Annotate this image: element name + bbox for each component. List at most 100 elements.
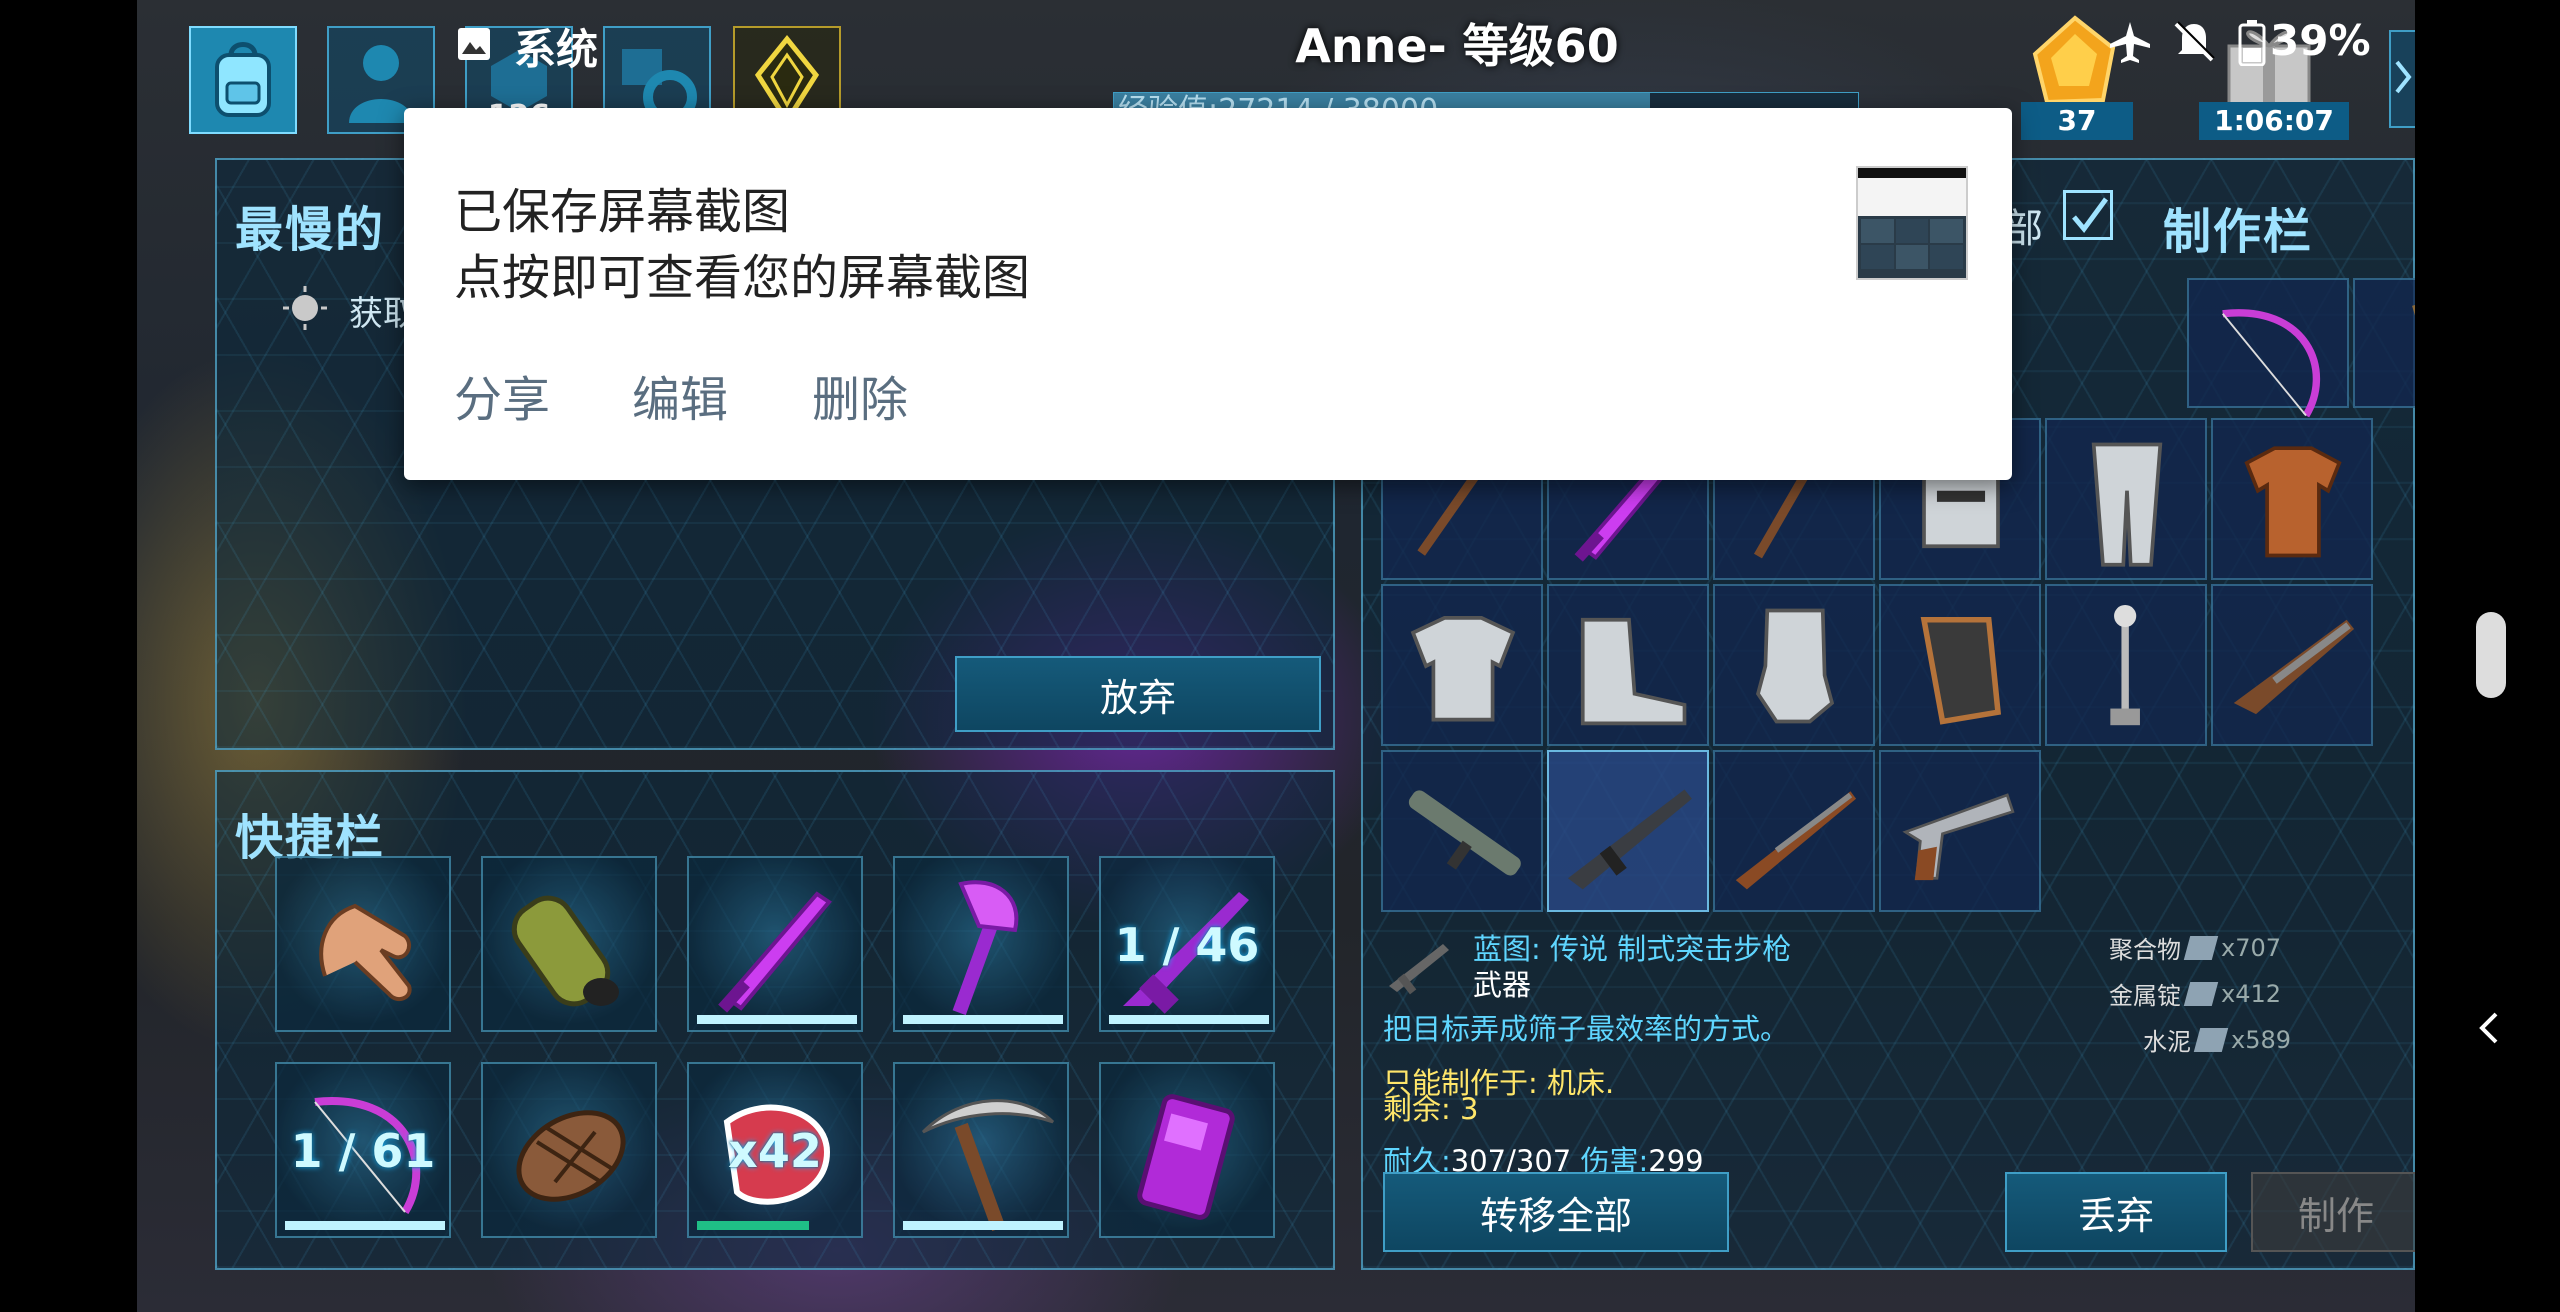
requirement-row: 聚合物 x707 [2109,930,2281,965]
craft-item-slot[interactable] [1381,584,1543,746]
delete-button[interactable]: 删除 [812,360,908,430]
durability-bar [285,1221,445,1230]
hand-icon [319,903,412,1002]
requirement-amount: x589 [2231,1025,2292,1054]
hotbar-slot[interactable] [1099,1062,1275,1238]
light-post-icon [2110,604,2140,726]
craft-item-slot[interactable] [1879,584,2041,746]
durability-bar [903,1221,1063,1230]
pump-shotgun-icon [1735,791,1857,890]
share-button[interactable]: 分享 [454,360,550,430]
crafting-title: 制作栏 [2163,204,2314,260]
resource-count: 37 [2021,102,2133,140]
hotbar-slot[interactable]: x42 [687,1062,863,1238]
selected-item-icon [1389,944,1449,995]
notification-title: 已保存屏幕截图 [454,184,791,240]
durability-bar [697,1015,857,1024]
requirement-name: 水泥 [2143,1028,2191,1056]
image-icon [458,28,490,60]
cloth-armor-roll-icon [511,895,619,1007]
craft-item-slot[interactable] [1713,750,1875,912]
metal-boots-icon [1580,617,1687,726]
assault-rifle-icon [1567,789,1692,890]
hotbar-slot[interactable] [481,1062,657,1238]
screenshot-thumbnail[interactable] [1856,166,1968,280]
abandon-button[interactable]: 放弃 [955,656,1321,732]
metal-leggings-icon [2091,442,2163,567]
craft-item-slot[interactable] [1879,750,2041,912]
shotgun-icon [2233,619,2355,715]
rocket-launcher-icon [1408,790,1521,876]
panel-toggle-button[interactable] [2389,30,2415,128]
notification-body: 点按即可查看您的屏幕截图 [454,250,1031,306]
hotbar-panel: 快捷栏 1 / 46 1 / 61 x42 [215,770,1335,1270]
chevron-right-icon [2395,60,2412,94]
slot-quantity: 1 / 61 [290,1124,436,1178]
craft-item-slot[interactable] [1713,584,1875,746]
requirement-amount: x707 [2221,933,2282,962]
slot-quantity: x42 [728,1124,822,1178]
item-type: 武器 [1473,968,1532,1002]
craft-item-slot[interactable] [2353,278,2415,408]
backpack-icon [215,42,271,117]
hotbar-slot[interactable] [275,856,451,1032]
sword-icon [718,891,832,1013]
craft-item-slot[interactable] [2045,418,2207,580]
hotbar-slot[interactable]: 1 / 61 [275,1062,451,1238]
pickaxe-icon [921,1099,1055,1232]
inventory-tab[interactable] [189,26,297,134]
craft-item-slot[interactable] [2211,584,2373,746]
check-icon [2072,197,2109,234]
hotbar-slot[interactable] [893,1062,1069,1238]
edit-button[interactable]: 编辑 [632,360,728,430]
battery-percent: 39% [2270,16,2371,65]
item-description: 把目标弄成筛子最效率的方式。 [1383,1012,1790,1046]
durability-bar [697,1221,809,1230]
craft-item-slot[interactable] [1547,750,1709,912]
drop-button[interactable]: 丢弃 [2005,1172,2227,1252]
revolver-icon [1902,793,2015,881]
craft-item-slot[interactable] [2211,418,2373,580]
riot-gloves-icon [1920,616,2002,725]
objective-title: 最慢的 [235,202,386,258]
hatchet-icon [952,880,1019,1016]
hotbar-slot[interactable] [687,856,863,1032]
durability-bar [1109,1015,1269,1024]
airplane-mode-icon [2110,22,2150,63]
back-chevron-icon[interactable] [2472,1008,2508,1048]
radio-icon [1137,1094,1235,1220]
sun-icon [283,286,327,330]
requirement-row: 水泥 x589 [2143,1022,2291,1057]
requirement-name: 聚合物 [2109,936,2181,964]
leather-shirt-icon [2244,446,2342,558]
requirement-row: 金属锭 x412 [2109,976,2281,1011]
bow-icon [2222,309,2321,418]
requirement-amount: x412 [2221,979,2282,1008]
filter-checkbox[interactable] [2063,190,2113,240]
hotbar-slot[interactable]: 1 / 46 [1099,856,1275,1032]
craft-item-slot[interactable] [1381,750,1543,912]
metal-chestplate-icon [1410,616,1516,722]
transfer-all-button[interactable]: 转移全部 [1383,1172,1729,1252]
hotbar-slot[interactable] [893,856,1069,1032]
hotbar-slot[interactable] [481,856,657,1032]
slot-quantity: 1 / 46 [1114,918,1260,972]
resource-icon [2193,1027,2229,1052]
craft-button[interactable]: 制作 [2251,1172,2415,1252]
metal-gloves-icon [1755,608,1835,724]
resource-icon [2183,981,2219,1006]
battery-icon [2238,20,2266,66]
screenshot-notification[interactable]: 已保存屏幕截图 点按即可查看您的屏幕截图 分享 编辑 删除 [404,108,2012,480]
remaining-count: 剩余: 3 [1383,1092,1479,1126]
cooked-meat-icon [516,1110,626,1202]
scrollbar-thumb[interactable] [2476,612,2506,698]
resource-icon [2183,935,2219,960]
mute-icon [2174,21,2215,62]
craft-item-slot[interactable] [1547,584,1709,746]
craft-item-slot[interactable] [2187,278,2349,418]
timer: 1:06:07 [2199,102,2349,140]
durability-bar [903,1015,1063,1024]
craft-item-slot[interactable] [2045,584,2207,746]
slingshot-icon [2412,304,2415,316]
status-app-label: 系统 [514,25,599,74]
